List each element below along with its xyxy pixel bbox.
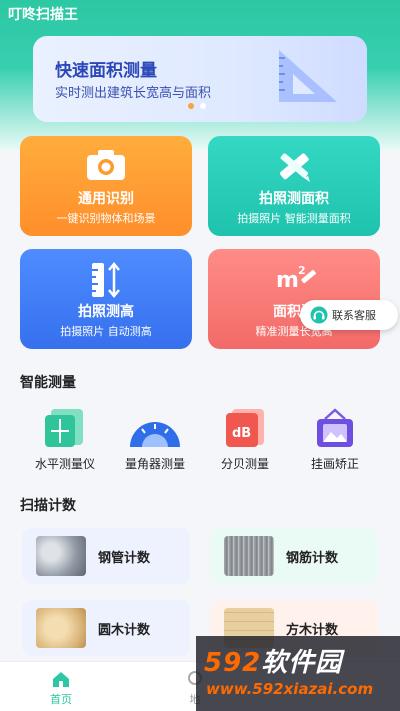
- card-title: 拍照测面积: [259, 191, 329, 207]
- banner-title: 快速面积测量: [55, 61, 157, 81]
- scan-count-heading: 扫描计数: [20, 498, 76, 514]
- height-ruler-icon: [92, 262, 120, 298]
- count-round-wood[interactable]: 圆木计数: [22, 600, 190, 656]
- watermark-url: www.592xiazai.com: [206, 680, 374, 698]
- watermark: 592软件园 www.592xiazai.com: [196, 636, 400, 711]
- smart-measure-heading: 智能测量: [20, 375, 76, 391]
- tool-label: 挂画矫正: [310, 457, 359, 471]
- card-subtitle: 一键识别物体和场景: [56, 212, 156, 225]
- level-meter-icon: [45, 409, 83, 447]
- tool-decibel[interactable]: dB 分贝测量: [200, 407, 290, 472]
- tool-label: 量角器测量: [124, 457, 185, 471]
- contact-service-label: 联系客服: [332, 309, 376, 322]
- protractor-icon: [130, 422, 180, 447]
- app-title: 叮咚扫描王: [8, 7, 78, 23]
- decibel-icon: dB: [226, 409, 264, 447]
- steel-pipe-image: [36, 536, 86, 576]
- card-subtitle: 拍摄照片 智能测量面积: [237, 212, 351, 225]
- pagination-dot: [200, 103, 206, 109]
- card-general-recognition[interactable]: 通用识别 一键识别物体和场景: [20, 136, 192, 236]
- count-label: 钢管计数: [98, 550, 151, 566]
- camera-icon: [87, 150, 125, 180]
- pagination-dot: [188, 103, 194, 109]
- svg-text:2: 2: [298, 264, 306, 277]
- contact-service-button[interactable]: 联系客服: [300, 300, 398, 330]
- triangle-ruler-icon: [279, 50, 337, 102]
- svg-text:m: m: [276, 268, 299, 293]
- nav-home-label: 首页: [50, 693, 72, 706]
- promo-banner[interactable]: 快速面积测量 实时测出建筑长宽高与面积: [33, 36, 367, 122]
- tool-label: 水平测量仪: [34, 457, 95, 471]
- rebar-image: [224, 536, 274, 576]
- hanging-picture-icon: [317, 408, 353, 447]
- count-label: 钢筋计数: [286, 550, 339, 566]
- count-rebar[interactable]: 钢筋计数: [210, 528, 378, 584]
- tool-protractor[interactable]: 量角器测量: [110, 407, 200, 472]
- count-label: 方木计数: [286, 622, 339, 638]
- card-title: 拍照测高: [78, 304, 134, 320]
- tool-level-meter[interactable]: 水平测量仪: [20, 407, 110, 472]
- card-subtitle: 拍摄照片 自动测高: [60, 325, 152, 338]
- square-meter-icon: m 2: [276, 264, 316, 293]
- tool-label: 分贝测量: [220, 457, 269, 471]
- card-area-measure[interactable]: m 2 面积测 精准测量长宽高: [208, 249, 380, 349]
- card-photo-height[interactable]: 拍照测高 拍摄照片 自动测高: [20, 249, 192, 349]
- card-photo-area[interactable]: 拍照测面积 拍摄照片 智能测量面积: [208, 136, 380, 236]
- tool-painting-correction[interactable]: 挂画矫正: [290, 407, 380, 472]
- nav-home[interactable]: 首页: [50, 670, 72, 707]
- banner-pagination: [188, 103, 206, 109]
- round-wood-image: [36, 608, 86, 648]
- card-title: 通用识别: [78, 191, 134, 207]
- headset-icon: [310, 306, 328, 324]
- ruler-pencil-icon: [279, 153, 310, 182]
- watermark-logo: 592软件园: [204, 648, 343, 678]
- count-label: 圆木计数: [98, 622, 151, 638]
- banner-subtitle: 实时测出建筑长宽高与面积: [55, 86, 212, 101]
- svg-text:dB: dB: [232, 426, 251, 441]
- home-icon: [53, 672, 69, 687]
- count-steel-pipe[interactable]: 钢管计数: [22, 528, 190, 584]
